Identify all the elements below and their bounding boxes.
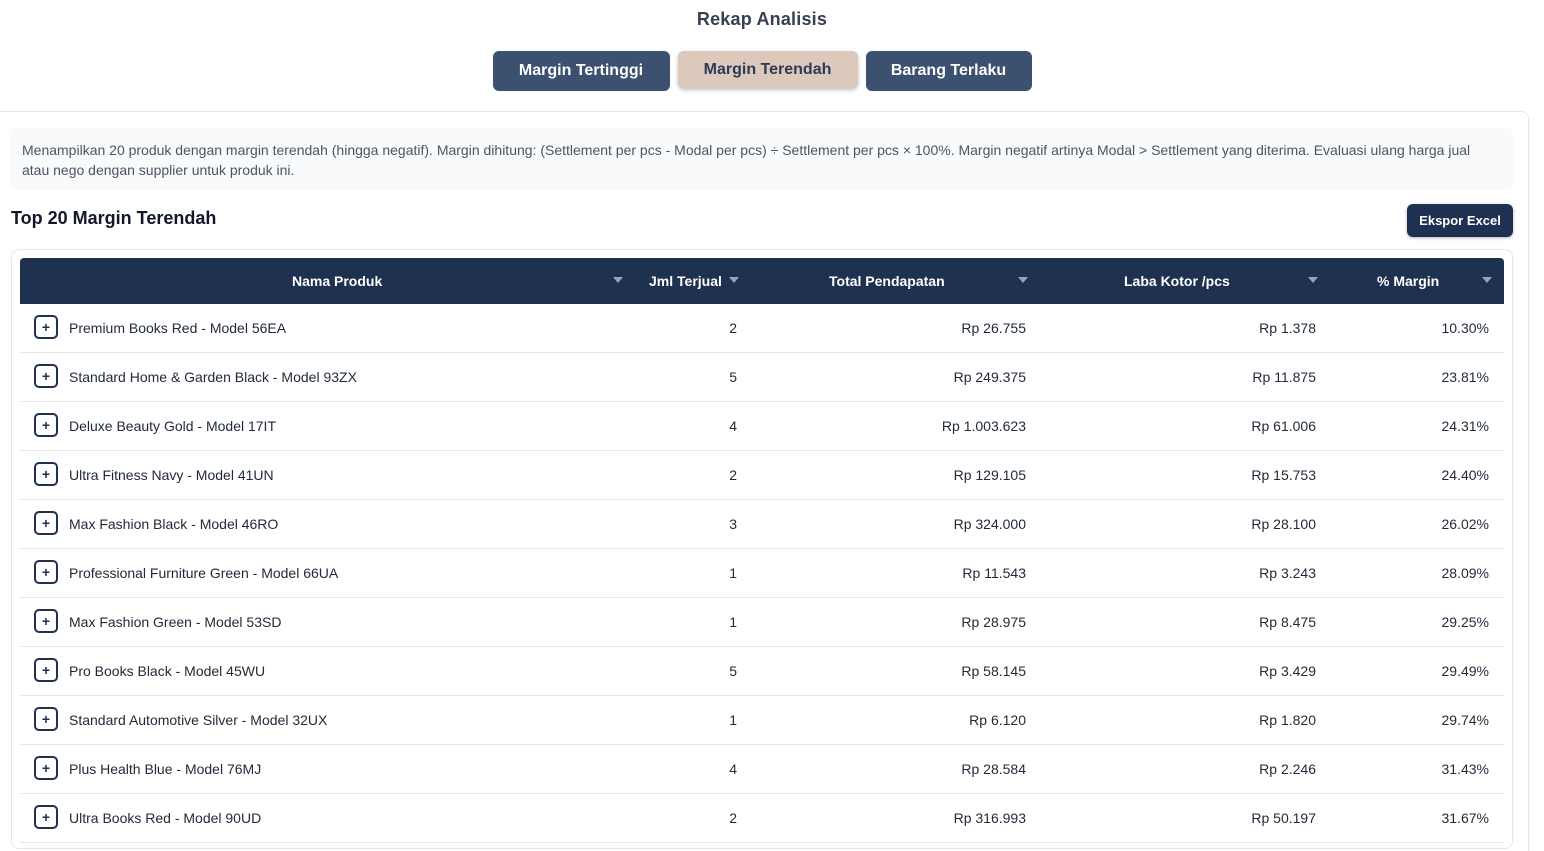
total-revenue: Rp 1.003.623 <box>941 418 1026 434</box>
table-row: + Ultra Books Red - Model 90UD 2 Rp 316.… <box>20 794 1504 843</box>
total-revenue: Rp 6.120 <box>969 712 1026 728</box>
margin-percent: 28.09% <box>1441 565 1489 581</box>
section-title: Top 20 Margin Terendah <box>11 208 217 228</box>
expand-plus-icon[interactable]: + <box>34 609 58 633</box>
product-name: Deluxe Beauty Gold - Model 17IT <box>69 418 276 434</box>
total-revenue: Rp 324.000 <box>953 516 1026 532</box>
margin-percent: 26.02% <box>1441 516 1489 532</box>
total-revenue: Rp 26.755 <box>961 320 1026 336</box>
total-revenue: Rp 249.375 <box>953 369 1026 385</box>
qty-sold: 1 <box>729 614 737 630</box>
table-row: + Pro Books Black - Model 45WU 5 Rp 58.1… <box>20 647 1504 696</box>
table-row: + Deluxe Beauty Gold - Model 17IT 4 Rp 1… <box>20 402 1504 451</box>
margin-percent: 31.43% <box>1441 761 1489 777</box>
expand-plus-icon[interactable]: + <box>34 658 58 682</box>
qty-sold: 5 <box>729 663 737 679</box>
gross-profit-per-pcs: Rp 50.197 <box>1251 810 1316 826</box>
product-name: Standard Automotive Silver - Model 32UX <box>69 712 328 728</box>
product-name: Standard Home & Garden Black - Model 93Z… <box>69 369 357 385</box>
table-row: + Professional Furniture Green - Model 6… <box>20 549 1504 598</box>
table-body: + Premium Books Red - Model 56EA 2 Rp 26… <box>20 304 1504 843</box>
qty-sold: 1 <box>729 565 737 581</box>
tab-margin-tertinggi[interactable]: Margin Tertinggi <box>492 51 670 91</box>
gross-profit-per-pcs: Rp 28.100 <box>1251 516 1316 532</box>
analysis-tabs: Margin Tertinggi Margin Terendah Barang … <box>0 51 1524 91</box>
margin-percent: 31.67% <box>1441 810 1489 826</box>
margin-percent: 29.49% <box>1441 663 1489 679</box>
info-text: Menampilkan 20 produk dengan margin tere… <box>10 128 1513 190</box>
qty-sold: 4 <box>729 418 737 434</box>
tab-margin-terendah[interactable]: Margin Terendah <box>677 51 858 88</box>
table-row: + Max Fashion Black - Model 46RO 3 Rp 32… <box>20 500 1504 549</box>
table-row: + Standard Home & Garden Black - Model 9… <box>20 353 1504 402</box>
column-header-margin[interactable]: % Margin <box>1377 258 1439 304</box>
expand-plus-icon[interactable]: + <box>34 462 58 486</box>
qty-sold: 3 <box>729 516 737 532</box>
product-name: Pro Books Black - Model 45WU <box>69 663 266 679</box>
gross-profit-per-pcs: Rp 61.006 <box>1251 418 1316 434</box>
export-excel-button[interactable]: Ekspor Excel <box>1407 204 1513 237</box>
qty-sold: 2 <box>729 320 737 336</box>
margin-percent: 24.40% <box>1441 467 1489 483</box>
table-row: + Max Fashion Green - Model 53SD 1 Rp 28… <box>20 598 1504 647</box>
gross-profit-per-pcs: Rp 3.429 <box>1259 663 1316 679</box>
gross-profit-per-pcs: Rp 2.246 <box>1259 761 1316 777</box>
total-revenue: Rp 316.993 <box>953 810 1026 826</box>
table-row: + Standard Automotive Silver - Model 32U… <box>20 696 1504 745</box>
total-revenue: Rp 28.584 <box>961 761 1026 777</box>
sort-caret-icon[interactable] <box>1482 277 1492 283</box>
sort-caret-icon[interactable] <box>1018 277 1028 283</box>
table-header: Nama Produk Jml Terjual Total Pendapatan… <box>20 258 1504 304</box>
expand-plus-icon[interactable]: + <box>34 707 58 731</box>
margin-percent: 23.81% <box>1441 369 1489 385</box>
product-name: Professional Furniture Green - Model 66U… <box>69 565 339 581</box>
product-name: Ultra Books Red - Model 90UD <box>69 810 262 826</box>
qty-sold: 2 <box>729 810 737 826</box>
gross-profit-per-pcs: Rp 11.875 <box>1252 369 1316 385</box>
column-header-total-pendapatan[interactable]: Total Pendapatan <box>829 258 945 304</box>
product-name: Plus Health Blue - Model 76MJ <box>69 761 262 777</box>
gross-profit-per-pcs: Rp 1.378 <box>1259 320 1316 336</box>
expand-plus-icon[interactable]: + <box>34 805 58 829</box>
table-row: + Plus Health Blue - Model 76MJ 4 Rp 28.… <box>20 745 1504 794</box>
expand-plus-icon[interactable]: + <box>34 511 58 535</box>
margin-percent: 10.30% <box>1441 320 1489 336</box>
page-title: Rekap Analisis <box>696 9 828 29</box>
gross-profit-per-pcs: Rp 8.475 <box>1259 614 1316 630</box>
expand-plus-icon[interactable]: + <box>34 413 58 437</box>
product-name: Max Fashion Black - Model 46RO <box>69 516 279 532</box>
total-revenue: Rp 11.543 <box>962 565 1026 581</box>
gross-profit-per-pcs: Rp 3.243 <box>1259 565 1316 581</box>
product-name: Premium Books Red - Model 56EA <box>69 320 287 336</box>
product-name: Max Fashion Green - Model 53SD <box>69 614 282 630</box>
expand-plus-icon[interactable]: + <box>34 315 58 339</box>
expand-plus-icon[interactable]: + <box>34 756 58 780</box>
gross-profit-per-pcs: Rp 15.753 <box>1251 467 1316 483</box>
table-row: + Premium Books Red - Model 56EA 2 Rp 26… <box>20 304 1504 353</box>
table-row: + Ultra Fitness Navy - Model 41UN 2 Rp 1… <box>20 451 1504 500</box>
margin-percent: 29.74% <box>1441 712 1489 728</box>
qty-sold: 2 <box>729 467 737 483</box>
total-revenue: Rp 58.145 <box>961 663 1026 679</box>
total-revenue: Rp 28.975 <box>961 614 1026 630</box>
column-header-nama-produk[interactable]: Nama Produk <box>292 258 382 304</box>
gross-profit-per-pcs: Rp 1.820 <box>1259 712 1316 728</box>
column-header-jml-terjual[interactable]: Jml Terjual <box>649 258 722 304</box>
margin-percent: 29.25% <box>1441 614 1489 630</box>
margin-percent: 24.31% <box>1441 418 1489 434</box>
qty-sold: 4 <box>729 761 737 777</box>
expand-plus-icon[interactable]: + <box>34 364 58 388</box>
sort-caret-icon[interactable] <box>613 277 623 283</box>
product-name: Ultra Fitness Navy - Model 41UN <box>69 467 274 483</box>
sort-caret-icon[interactable] <box>729 277 739 283</box>
tab-barang-terlaku[interactable]: Barang Terlaku <box>865 51 1032 91</box>
expand-plus-icon[interactable]: + <box>34 560 58 584</box>
sort-caret-icon[interactable] <box>1308 277 1318 283</box>
column-header-laba-kotor[interactable]: Laba Kotor /pcs <box>1124 258 1230 304</box>
total-revenue: Rp 129.105 <box>953 467 1026 483</box>
qty-sold: 5 <box>729 369 737 385</box>
qty-sold: 1 <box>729 712 737 728</box>
